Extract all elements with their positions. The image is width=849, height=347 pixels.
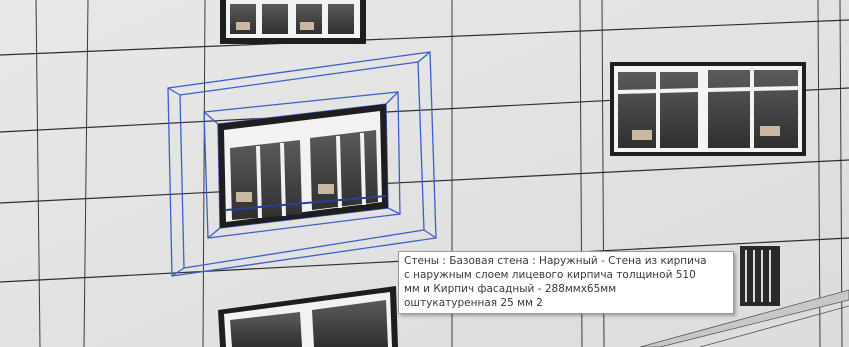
tooltip-line-3: мм и Кирпич фасадный - 288ммх65мм bbox=[404, 283, 617, 295]
3d-model-viewport[interactable]: Стены : Базовая стена : Наружный - Стена… bbox=[0, 0, 849, 347]
tooltip-line-4: оштукатуренная 25 мм 2 bbox=[404, 297, 543, 309]
window-right-upper[interactable] bbox=[610, 62, 806, 156]
window-selected[interactable] bbox=[218, 104, 388, 228]
element-tooltip: Стены : Базовая стена : Наружный - Стена… bbox=[398, 251, 734, 314]
tooltip-line-2: с наружным слоем лицевого кирпича толщин… bbox=[404, 269, 696, 281]
tooltip-line-1: Стены : Базовая стена : Наружный - Стена… bbox=[404, 255, 707, 267]
window-top-center[interactable] bbox=[220, 0, 366, 44]
